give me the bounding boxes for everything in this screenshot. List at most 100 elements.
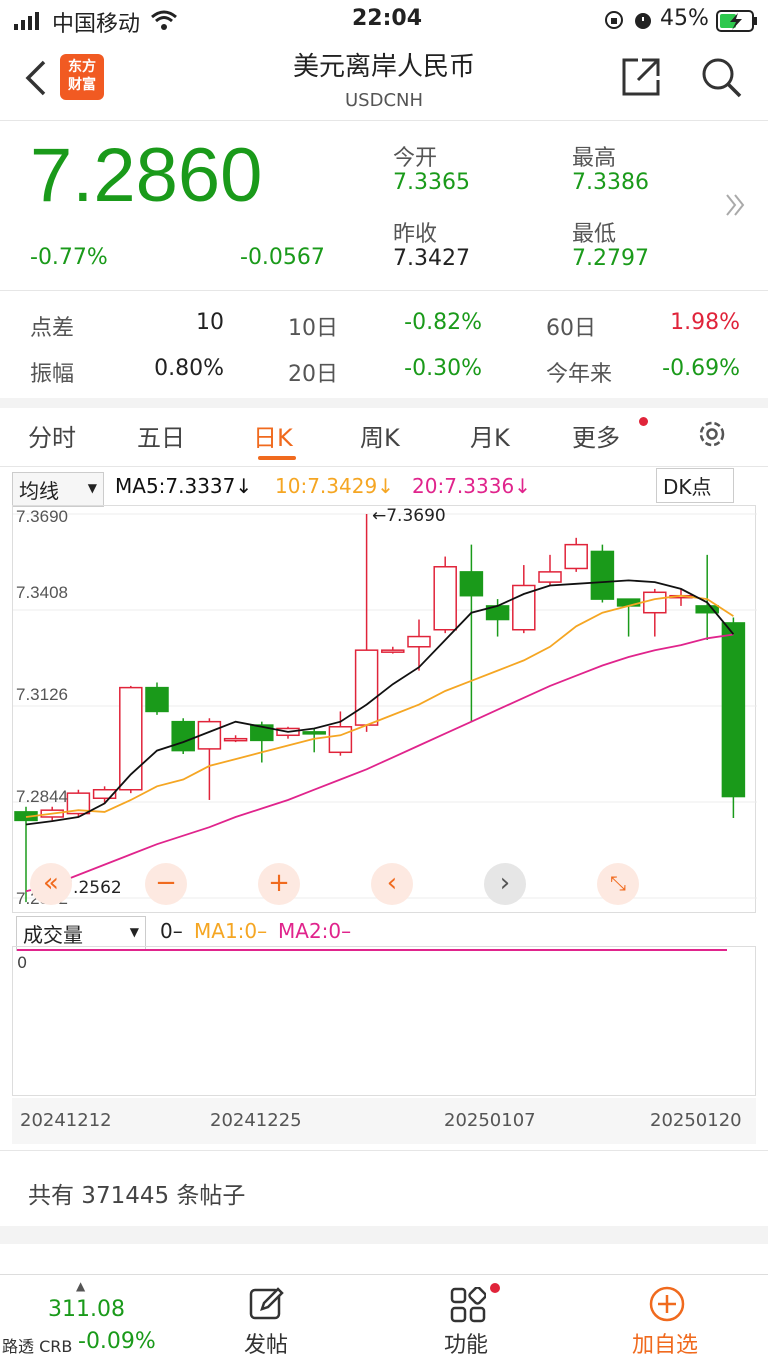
x-tick-label: 20241212 <box>20 1110 112 1131</box>
candle-body <box>302 731 326 735</box>
orientation-lock-icon <box>604 10 624 34</box>
volume-ma2: MA2:0– <box>278 919 352 943</box>
index-change[interactable]: -0.09% <box>78 1329 156 1354</box>
y-tick-label: 7.3126 <box>16 685 68 704</box>
notification-dot <box>490 1283 500 1293</box>
tab-intraday[interactable]: 分时 <box>28 418 76 453</box>
zoom-in-icon[interactable]: + <box>258 863 300 905</box>
tab-weekly-k[interactable]: 周K <box>360 418 400 453</box>
scroll-left-double-icon[interactable]: « <box>30 863 72 905</box>
high-label: 最高 <box>572 146 617 171</box>
status-bar: 中国移动 22:04 45% <box>0 0 768 40</box>
dropdown-icon: ▼ <box>129 925 139 939</box>
post-count[interactable]: 共有 371445 条帖子 <box>28 1176 245 1210</box>
candle-body <box>538 571 562 583</box>
candle-body <box>643 591 667 614</box>
x-tick-label: 20241225 <box>210 1110 302 1131</box>
add-watchlist-button[interactable]: 加自选 <box>632 1327 698 1359</box>
stat-label: 今年来 <box>546 362 613 387</box>
ma-select-label: 均线 <box>19 479 59 503</box>
add-circle-icon[interactable] <box>648 1285 686 1327</box>
post-button[interactable]: 发帖 <box>244 1327 288 1359</box>
stat-value: 0.80% <box>154 356 224 381</box>
kline-chart[interactable] <box>12 505 757 913</box>
open-label: 今开 <box>393 146 438 171</box>
y-tick-label: 7.2844 <box>16 787 68 806</box>
high-value: 7.3386 <box>572 170 649 195</box>
volume-value: 0– <box>160 919 183 943</box>
last-price: 7.2860 <box>30 133 263 218</box>
candle-body <box>223 737 248 742</box>
function-button[interactable]: 功能 <box>444 1327 488 1359</box>
stat-value: 10 <box>196 310 224 335</box>
double-chevron-right-icon[interactable] <box>724 192 746 222</box>
stat-value: -0.69% <box>662 356 740 381</box>
edit-icon[interactable] <box>248 1285 286 1327</box>
gear-icon[interactable] <box>696 418 728 454</box>
kline-svg <box>13 513 757 903</box>
tab-more[interactable]: 更多 <box>572 418 620 453</box>
clock: 22:04 <box>352 6 423 31</box>
x-tick-label: 20250120 <box>650 1110 742 1131</box>
volume-chart: 0 <box>12 946 756 1096</box>
candle-body <box>407 635 431 648</box>
caret-up-icon: ▲ <box>76 1279 86 1293</box>
index-value[interactable]: 311.08 <box>48 1297 125 1322</box>
bottom-toolbar: ▲ 311.08 路透 CRB -0.09% 发帖 功能 加自选 <box>0 1274 768 1366</box>
index-name[interactable]: 路透 CRB <box>2 1333 72 1357</box>
prev-close-value: 7.3427 <box>393 246 470 271</box>
stat-label: 10日 <box>288 316 338 341</box>
x-tick-label: 20250107 <box>444 1110 536 1131</box>
candle-body <box>145 686 169 713</box>
stat-label: 振幅 <box>30 362 75 387</box>
low-label: 最低 <box>572 222 617 247</box>
wifi-icon <box>150 9 178 35</box>
max-price-label: ←7.3690 <box>372 506 446 526</box>
candle-body <box>616 598 641 607</box>
active-tab-indicator <box>258 456 296 460</box>
tab-five-day[interactable]: 五日 <box>137 418 185 453</box>
change-value: -0.0567 <box>240 245 325 270</box>
scroll-left-icon[interactable]: ‹ <box>371 863 413 905</box>
dk-point-button[interactable]: DK点 <box>656 468 734 503</box>
dk-label: DK点 <box>663 475 712 499</box>
candle-body <box>721 622 746 798</box>
candle-body <box>590 550 615 600</box>
stat-label: 20日 <box>288 362 338 387</box>
y-tick-label: 7.3690 <box>16 507 68 526</box>
prev-close-label: 昨收 <box>393 222 438 247</box>
candle-body <box>459 571 484 597</box>
grid-apps-icon[interactable] <box>450 1286 487 1327</box>
ma20-value: 20:7.3336↓ <box>412 474 531 498</box>
fullscreen-icon[interactable]: ⤡ <box>597 863 639 905</box>
search-icon[interactable] <box>700 56 742 102</box>
stat-value: -0.82% <box>404 310 482 335</box>
ma10-value: 10:7.3429↓ <box>275 474 394 498</box>
candle-body <box>381 649 405 653</box>
alarm-icon <box>632 9 654 35</box>
notification-dot <box>639 417 648 426</box>
ma5-value: MA5:7.3337↓ <box>115 474 253 498</box>
stat-label: 60日 <box>546 316 596 341</box>
candle-body <box>354 649 379 726</box>
dropdown-icon: ▼ <box>87 481 97 495</box>
low-value: 7.2797 <box>572 246 649 271</box>
share-icon[interactable] <box>620 56 662 102</box>
carrier: 中国移动 <box>52 12 141 37</box>
signal-icon <box>14 12 42 34</box>
candle-body <box>171 720 195 752</box>
ma-select[interactable]: 均线 ▼ <box>12 472 104 507</box>
candle-body <box>328 726 353 754</box>
candle-body <box>564 543 588 570</box>
scroll-right-icon[interactable]: › <box>484 863 526 905</box>
volume-ma-line <box>17 949 727 951</box>
volume-ma1: MA1:0– <box>194 919 268 943</box>
stat-value: -0.30% <box>404 356 482 381</box>
stats-grid: 点差 10 10日 -0.82% 60日 1.98% 振幅 0.80% 20日 … <box>0 306 768 396</box>
change-percent: -0.77% <box>30 245 108 270</box>
tab-monthly-k[interactable]: 月K <box>470 418 510 453</box>
volume-axis-label: 0 <box>17 953 28 972</box>
tab-daily-k[interactable]: 日K <box>253 418 293 453</box>
zoom-out-icon[interactable]: − <box>145 863 187 905</box>
stat-value: 1.98% <box>670 310 740 335</box>
